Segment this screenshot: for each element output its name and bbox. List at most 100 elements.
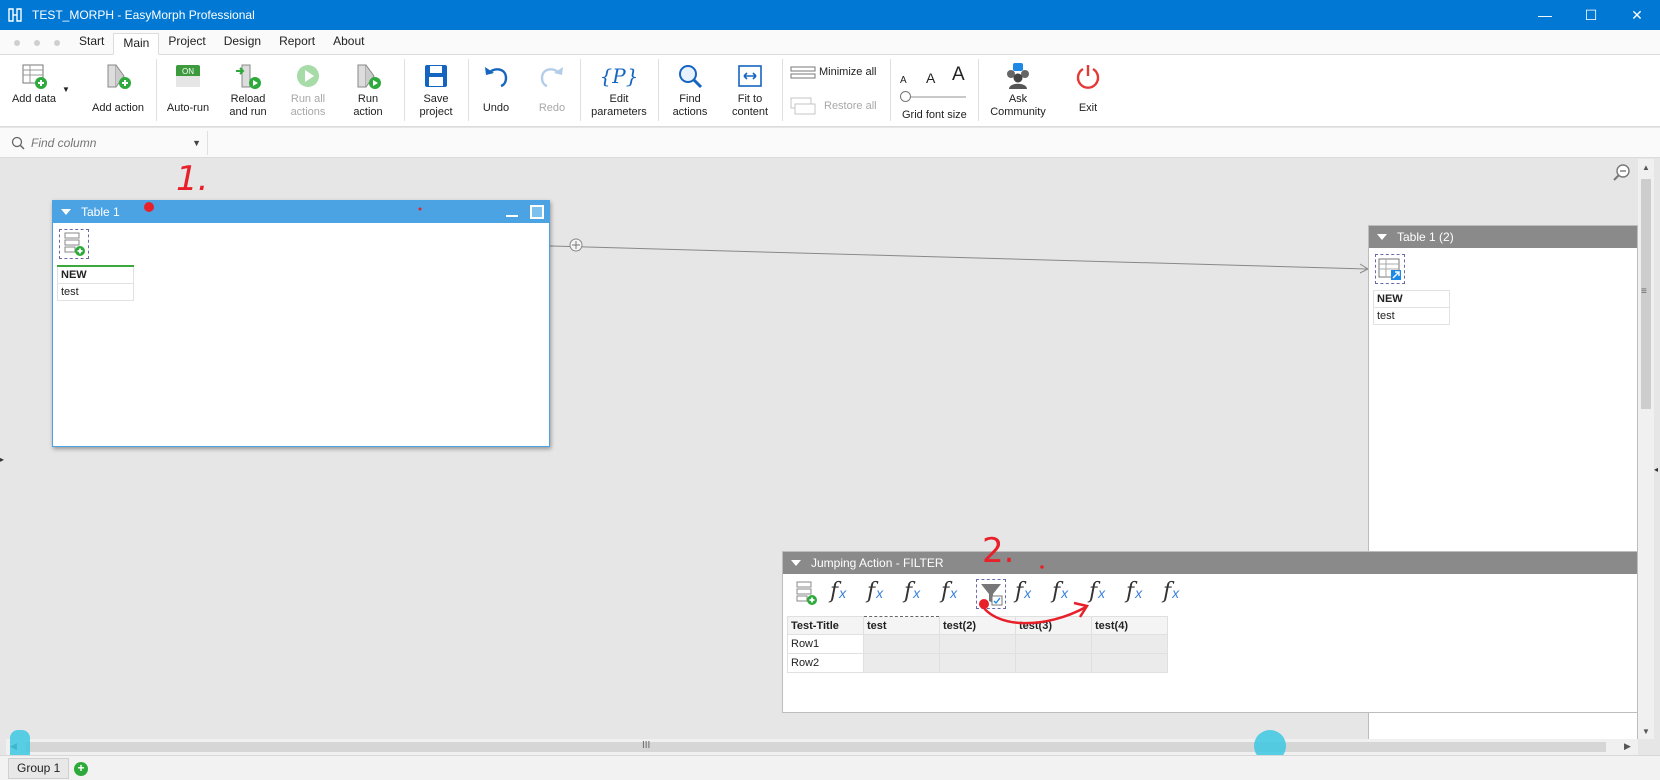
undo-button[interactable]: Undo	[472, 59, 520, 123]
run-action-button[interactable]: Run action	[340, 59, 396, 123]
scroll-left-icon[interactable]: ◀	[10, 741, 17, 752]
maximize-icon[interactable]	[530, 205, 544, 219]
empty-cell[interactable]	[863, 653, 940, 673]
font-small-button[interactable]: A	[900, 75, 907, 86]
fit-to-content-button[interactable]: Fit to content	[722, 59, 778, 123]
minimize-all-button[interactable]: Minimize all	[790, 65, 876, 79]
horizontal-scrollbar[interactable]: ◀ III ▶	[6, 739, 1638, 755]
jumping-action-body: fx fx fx fx fx fx fx fx fx Test-Title te…	[786, 577, 1634, 709]
empty-cell[interactable]	[1015, 634, 1092, 654]
empty-cell[interactable]	[939, 634, 1016, 654]
column-header-test-2[interactable]: test(2)	[939, 616, 1016, 635]
add-group-icon[interactable]: +	[74, 762, 88, 776]
left-edge-marker-icon[interactable]: ▸	[0, 455, 4, 464]
column-header-test-4[interactable]: test(4)	[1091, 616, 1168, 635]
scroll-right-icon[interactable]: ▶	[1624, 741, 1631, 752]
edit-parameters-button[interactable]: {P} Edit parameters	[584, 59, 654, 123]
calculate-action-icon-8[interactable]: fx	[1126, 579, 1142, 604]
redo-button[interactable]: Redo	[528, 59, 576, 123]
calculate-action-icon-2[interactable]: fx	[867, 579, 883, 604]
run-all-actions-button[interactable]: Run all actions	[280, 59, 336, 123]
table-1-panel[interactable]: Table 1 NEW test	[52, 200, 550, 447]
right-edge-marker-icon[interactable]: ◂	[1654, 465, 1658, 474]
font-medium-button[interactable]: A	[926, 70, 935, 86]
derived-table-icon[interactable]	[1375, 254, 1405, 284]
exit-button[interactable]: Exit	[1060, 59, 1116, 123]
run-all-icon	[294, 59, 322, 93]
collapse-triangle-icon[interactable]	[61, 209, 71, 215]
empty-cell[interactable]	[863, 634, 940, 654]
maximize-icon: ☐	[1584, 6, 1598, 23]
minimize-icon[interactable]	[506, 207, 518, 217]
add-data-dropdown-icon[interactable]: ▼	[62, 85, 70, 94]
filter-action-icon[interactable]	[976, 579, 1006, 609]
restore-all-button[interactable]: Restore all	[790, 97, 877, 115]
font-large-button[interactable]: A	[952, 64, 965, 86]
horizontal-scroll-thumb[interactable]	[26, 742, 1606, 752]
reload-and-run-button[interactable]: Reload and run	[220, 59, 276, 123]
maximize-window-button[interactable]: ☐	[1568, 0, 1614, 30]
ask-community-label-line2: Community	[990, 106, 1046, 118]
column-header-test-3[interactable]: test(3)	[1015, 616, 1092, 635]
add-data-action-icon[interactable]	[59, 229, 89, 259]
empty-cell[interactable]	[1091, 653, 1168, 673]
close-window-button[interactable]: ✕	[1614, 0, 1660, 30]
save-project-button[interactable]: Save project	[408, 59, 464, 123]
column-header-test-title[interactable]: Test-Title	[787, 616, 864, 635]
column-header-test[interactable]: test	[863, 616, 940, 635]
run-action-label-line1: Run	[357, 93, 379, 105]
vertical-scrollbar[interactable]: ▲ ≡ ▼	[1638, 159, 1654, 739]
calculate-action-icon-9[interactable]: fx	[1163, 579, 1179, 604]
find-actions-button[interactable]: Find actions	[662, 59, 718, 123]
add-data-action-icon[interactable]	[794, 580, 822, 608]
tab-start[interactable]: Start	[70, 32, 113, 54]
fit-label-line2: content	[731, 106, 769, 118]
table-1-cell[interactable]: test	[57, 283, 134, 301]
row-label[interactable]: Row1	[787, 634, 864, 654]
calculate-action-icon-6[interactable]: fx	[1052, 579, 1068, 604]
ask-community-button[interactable]: Ask Community	[984, 59, 1052, 123]
tab-group-1[interactable]: Group 1	[8, 758, 70, 779]
empty-cell[interactable]	[939, 653, 1016, 673]
jumping-action-header[interactable]: Jumping Action - FILTER	[783, 552, 1637, 574]
grid-font-size-control: A A A Grid font size	[898, 61, 970, 123]
tab-design[interactable]: Design	[215, 32, 270, 54]
annotation-label-one: 1.	[176, 159, 209, 199]
calculate-action-icon-4[interactable]: fx	[941, 579, 957, 604]
restore-all-icon	[790, 97, 816, 115]
tab-main[interactable]: Main	[113, 33, 160, 55]
empty-cell[interactable]	[1015, 653, 1092, 673]
calculate-action-icon-3[interactable]: fx	[904, 579, 920, 604]
collapse-triangle-icon[interactable]	[791, 560, 801, 566]
add-action-button[interactable]: Add action	[86, 59, 150, 123]
minimize-window-button[interactable]: —	[1522, 0, 1568, 30]
chevron-down-icon[interactable]: ▼	[192, 138, 201, 148]
table-1-header[interactable]: Table 1	[53, 201, 549, 223]
table-1-column-header[interactable]: NEW	[57, 265, 134, 284]
calculate-action-icon-5[interactable]: fx	[1015, 579, 1031, 604]
table-1-grid: NEW test	[57, 265, 134, 301]
close-icon: ✕	[1631, 6, 1643, 23]
table-1-2-header[interactable]: Table 1 (2)	[1369, 226, 1637, 248]
scroll-down-icon[interactable]: ▼	[1642, 727, 1650, 736]
auto-run-toggle[interactable]: ON Auto-run	[160, 59, 216, 123]
workspace-canvas[interactable]: Table 1 NEW test Table 1 (2) NEW test Ju…	[6, 159, 1638, 739]
font-size-slider-thumb[interactable]	[900, 91, 911, 102]
add-data-button[interactable]: Add data	[6, 59, 62, 123]
table-1-2-column-header[interactable]: NEW	[1373, 290, 1450, 308]
collapse-triangle-icon[interactable]	[1377, 234, 1387, 240]
scroll-up-icon[interactable]: ▲	[1642, 163, 1650, 172]
tab-project[interactable]: Project	[159, 32, 214, 54]
auto-run-label: Auto-run	[166, 102, 210, 114]
find-column-input[interactable]	[31, 136, 181, 150]
jumping-action-panel[interactable]: Jumping Action - FILTER fx fx fx fx fx f…	[782, 551, 1638, 713]
calculate-action-icon-1[interactable]: fx	[830, 579, 846, 604]
find-column-combobox[interactable]: ▼	[8, 131, 208, 155]
row-label[interactable]: Row2	[787, 653, 864, 673]
tab-about[interactable]: About	[324, 32, 373, 54]
table-1-2-cell[interactable]: test	[1373, 307, 1450, 325]
zoom-out-icon[interactable]	[1612, 163, 1632, 186]
empty-cell[interactable]	[1091, 634, 1168, 654]
calculate-action-icon-7[interactable]: fx	[1089, 579, 1105, 604]
tab-report[interactable]: Report	[270, 32, 324, 54]
